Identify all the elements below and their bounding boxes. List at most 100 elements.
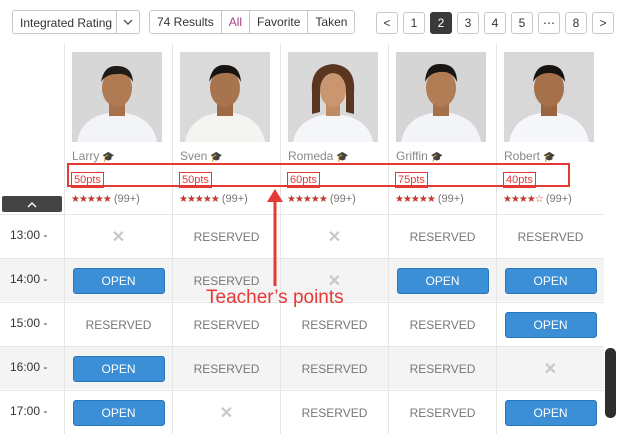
toolbar: Integrated Rating 74 Results All Favorit…	[0, 0, 624, 44]
teacher-points: 50pts	[71, 172, 104, 188]
pagination: < 1 2 3 4 5 ⋯ 8 >	[376, 12, 614, 34]
slot-cell: OPEN	[496, 259, 604, 302]
slot-cell: RESERVED	[64, 303, 172, 346]
graduation-cap-icon: 🎓	[430, 152, 444, 163]
teacher-photo[interactable]	[180, 52, 270, 142]
reserved-label: RESERVED	[301, 405, 368, 420]
open-slot-button[interactable]: OPEN	[72, 399, 165, 426]
prev-page-button[interactable]: <	[376, 12, 398, 34]
slot-cell: RESERVED	[280, 391, 388, 434]
teacher-name[interactable]: Robert	[504, 149, 540, 163]
time-label: 13:00 -	[10, 228, 48, 242]
teacher-name[interactable]: Griffin	[396, 149, 428, 163]
teacher-name[interactable]: Sven	[180, 149, 207, 163]
schedule-row: 17:00 - OPEN ✕ RESERVED RESERVED OPEN	[0, 390, 604, 434]
slot-cell: OPEN	[496, 303, 604, 346]
rating-stars: ★★★★★	[71, 194, 112, 205]
open-slot-button[interactable]: OPEN	[504, 311, 597, 338]
results-count: 74 Results	[157, 15, 214, 29]
page-button[interactable]: 3	[457, 12, 479, 34]
schedule-row: 16:00 - OPEN RESERVED RESERVED RESERVED ✕	[0, 346, 604, 390]
review-count: (99+)	[545, 193, 572, 205]
time-label: 17:00 -	[10, 404, 48, 418]
reserved-label: RESERVED	[517, 229, 584, 244]
tab-favorite[interactable]: Favorite	[249, 11, 307, 33]
graduation-cap-icon: 🎓	[543, 152, 556, 163]
rating-stars: ★★★★★	[287, 194, 328, 205]
time-label: 15:00 -	[10, 316, 48, 330]
slot-cell: RESERVED	[280, 303, 388, 346]
reserved-label: RESERVED	[85, 317, 152, 332]
more-pages-button[interactable]: ⋯	[538, 12, 560, 34]
x-mark-icon: ✕	[111, 228, 126, 246]
reserved-label: RESERVED	[193, 229, 260, 244]
x-mark-icon: ✕	[219, 404, 234, 422]
page-button[interactable]: 4	[484, 12, 506, 34]
slot-cell: RESERVED	[388, 303, 496, 346]
teacher-points: 50pts	[179, 172, 212, 188]
open-slot-button[interactable]: OPEN	[72, 355, 165, 382]
slot-cell: RESERVED	[172, 215, 280, 258]
slot-cell: RESERVED	[388, 347, 496, 390]
collapse-button[interactable]	[2, 196, 62, 212]
reserved-label: RESERVED	[409, 361, 476, 376]
slot-cell: OPEN	[496, 391, 604, 434]
open-slot-button[interactable]: OPEN	[396, 267, 489, 294]
teacher-card[interactable]: Robert 🎓 40pts ★★★★☆ (99+)	[496, 44, 604, 214]
teacher-name[interactable]: Romeda	[288, 149, 333, 163]
slot-cell: OPEN	[64, 391, 172, 434]
teacher-card[interactable]: Romeda 🎓 60pts ★★★★★ (99+)	[280, 44, 388, 214]
annotation-arrow	[267, 189, 283, 286]
slot-cell: ✕	[172, 391, 280, 434]
page-button[interactable]: 1	[403, 12, 425, 34]
chevron-down-icon[interactable]	[116, 11, 139, 33]
page-button[interactable]: 5	[511, 12, 533, 34]
open-slot-button[interactable]: OPEN	[504, 399, 597, 426]
tab-all[interactable]: All	[220, 11, 249, 33]
teacher-card[interactable]: Larry 🎓 50pts ★★★★★ (99+)	[64, 44, 172, 214]
rating-stars: ★★★★★	[395, 194, 436, 205]
tab-taken[interactable]: Taken	[307, 11, 354, 33]
teacher-photo[interactable]	[504, 52, 594, 142]
reserved-label: RESERVED	[193, 273, 260, 288]
reserved-label: RESERVED	[301, 317, 368, 332]
chevron-up-icon	[27, 195, 37, 213]
sort-select[interactable]: Integrated Rating	[12, 10, 140, 34]
rating-stars: ★★★★☆	[503, 194, 544, 205]
teacher-photo[interactable]	[72, 52, 162, 142]
slot-cell: OPEN	[64, 347, 172, 390]
reserved-label: RESERVED	[193, 361, 260, 376]
teacher-card[interactable]: Griffin 🎓 75pts ★★★★★ (99+)	[388, 44, 496, 214]
page-button[interactable]: 8	[565, 12, 587, 34]
slot-cell: ✕	[496, 347, 604, 390]
scrollbar[interactable]	[605, 348, 616, 418]
current-page-button[interactable]: 2	[430, 12, 452, 34]
open-slot-button[interactable]: OPEN	[72, 267, 165, 294]
x-mark-icon: ✕	[327, 228, 342, 246]
rating-stars: ★★★★★	[179, 194, 220, 205]
teacher-points: 75pts	[395, 172, 428, 188]
teacher-header: Larry 🎓 50pts ★★★★★ (99+) Sven 🎓 50pts ★★★★…	[64, 44, 604, 214]
slot-cell: OPEN	[388, 259, 496, 302]
slot-cell: RESERVED	[496, 215, 604, 258]
slot-cell: RESERVED	[172, 347, 280, 390]
review-count: (99+)	[329, 193, 356, 205]
reserved-label: RESERVED	[409, 405, 476, 420]
teacher-photo[interactable]	[396, 52, 486, 142]
schedule-row: 13:00 - ✕ RESERVED ✕ RESERVED RESERVED	[0, 214, 604, 258]
teacher-photo[interactable]	[288, 52, 378, 142]
slot-cell: RESERVED	[388, 215, 496, 258]
teacher-points: 60pts	[287, 172, 320, 188]
teacher-card[interactable]: Sven 🎓 50pts ★★★★★ (99+)	[172, 44, 280, 214]
time-label: 14:00 -	[10, 272, 48, 286]
graduation-cap-icon: 🎓	[336, 152, 349, 163]
teacher-name[interactable]: Larry	[72, 149, 99, 163]
graduation-cap-icon: 🎓	[102, 152, 115, 163]
slot-cell: RESERVED	[172, 303, 280, 346]
open-slot-button[interactable]: OPEN	[504, 267, 597, 294]
slot-cell: OPEN	[64, 259, 172, 302]
reserved-label: RESERVED	[409, 317, 476, 332]
next-page-button[interactable]: >	[592, 12, 614, 34]
time-label: 16:00 -	[10, 360, 48, 374]
x-mark-icon: ✕	[543, 360, 558, 378]
